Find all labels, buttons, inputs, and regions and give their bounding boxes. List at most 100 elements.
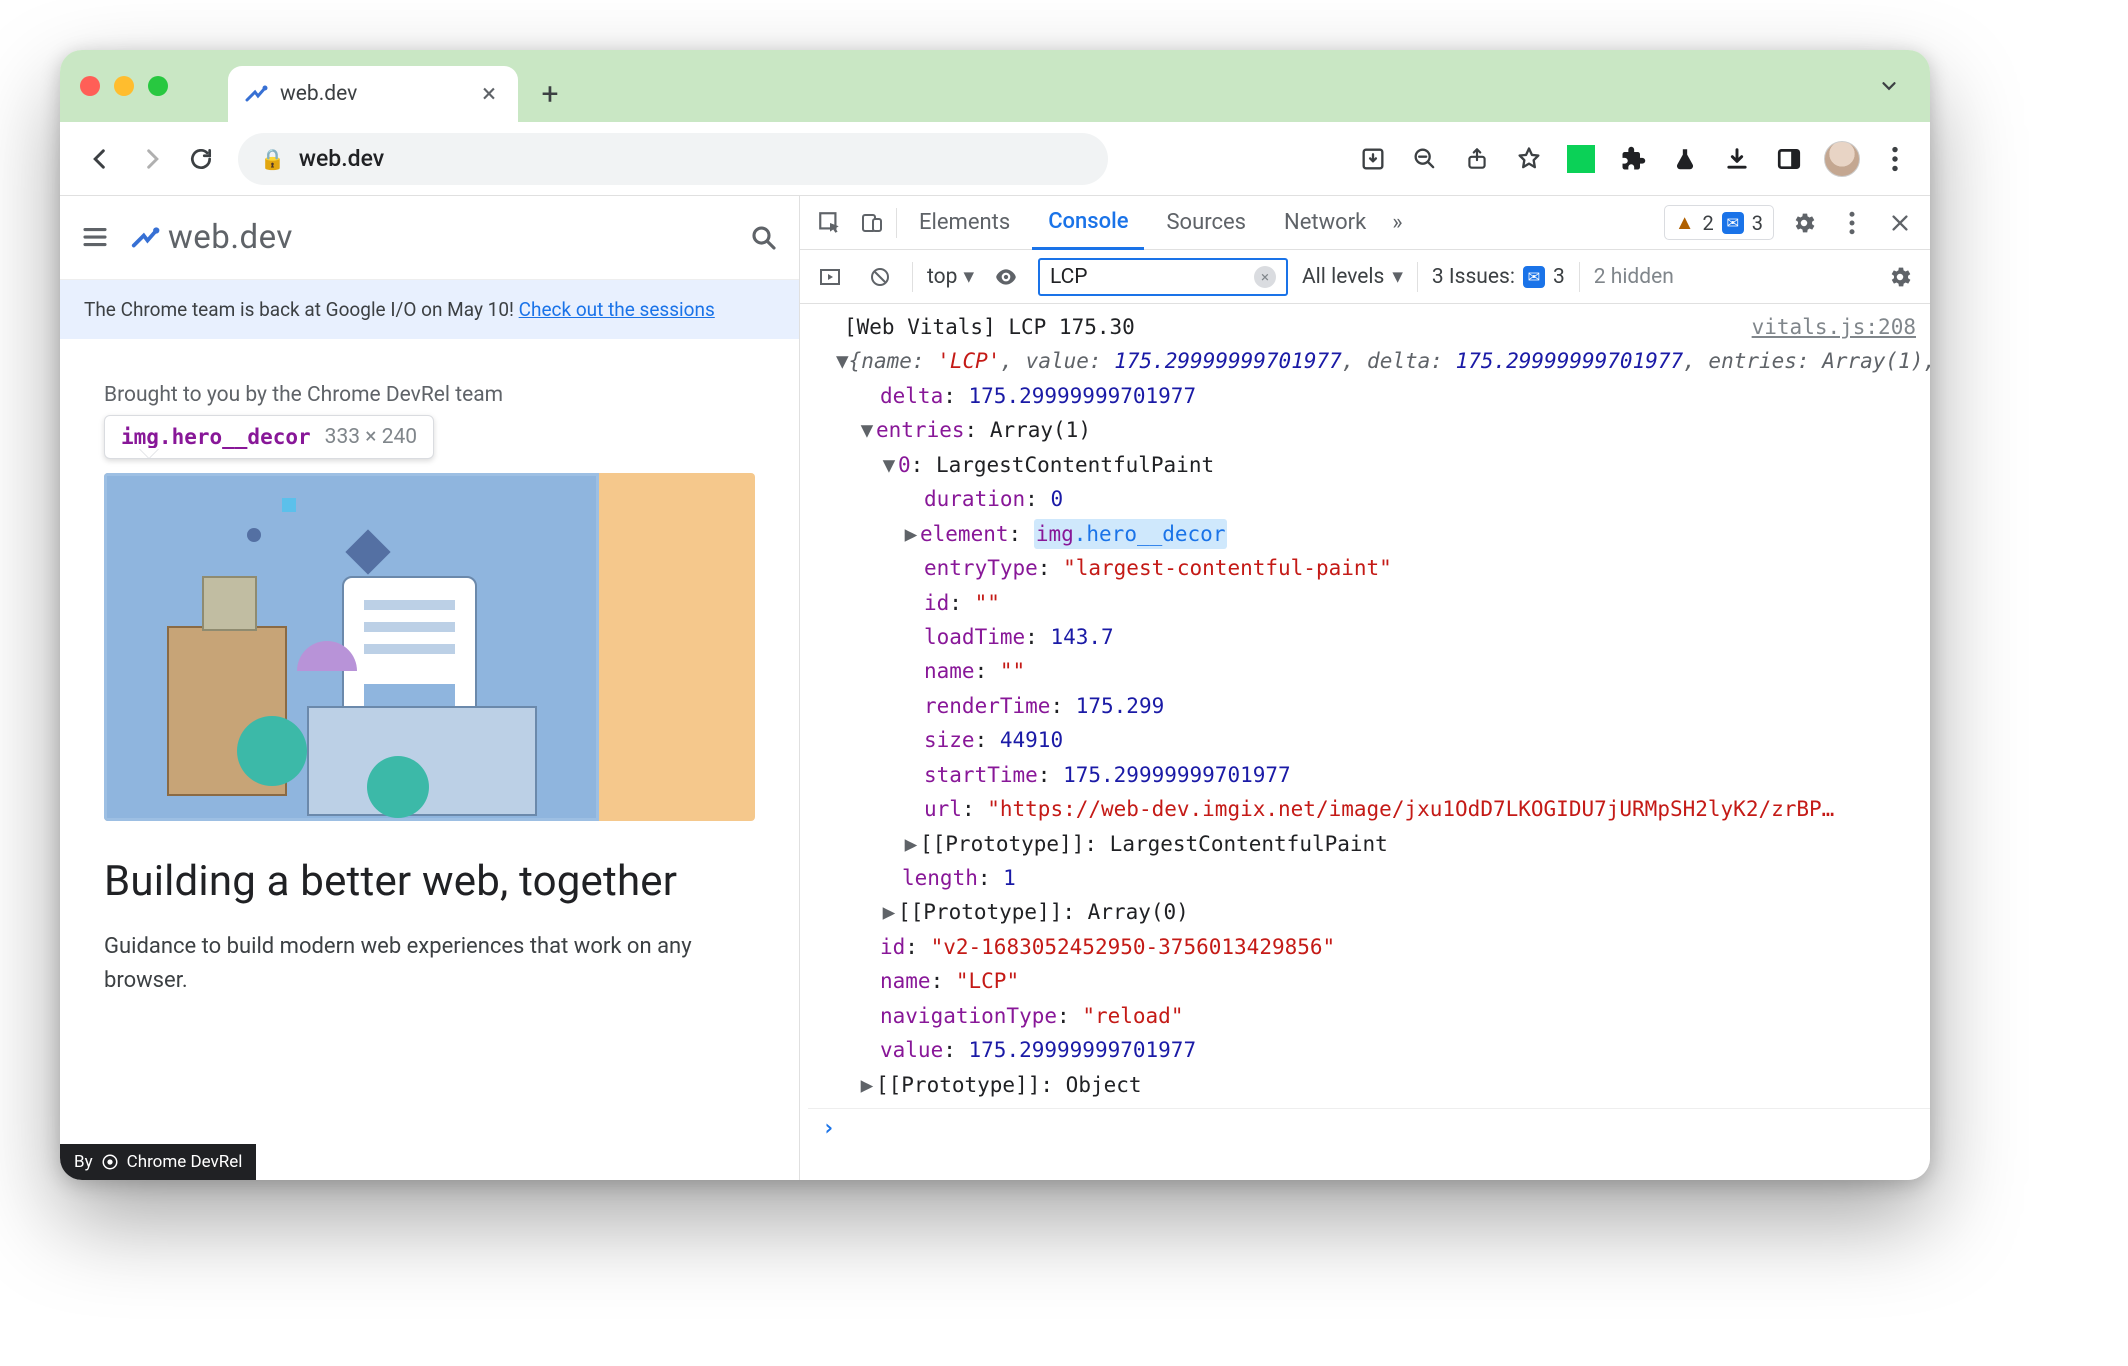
log-line[interactable]: ▼entries: Array(1) bbox=[808, 413, 1930, 447]
site-header: web.dev bbox=[60, 196, 799, 280]
brand-icon bbox=[130, 223, 160, 253]
devtools-settings-icon[interactable] bbox=[1786, 205, 1822, 241]
log-line[interactable]: size: 44910 bbox=[808, 723, 1930, 757]
console-filter-input[interactable]: LCP × bbox=[1038, 258, 1288, 296]
reload-button[interactable] bbox=[178, 136, 224, 182]
log-line[interactable]: ▶[[Prototype]]: Array(0) bbox=[808, 895, 1930, 929]
hero-illustration bbox=[104, 473, 599, 821]
clear-filter-icon[interactable]: × bbox=[1254, 266, 1276, 288]
log-line[interactable]: entryType: "largest-contentful-paint" bbox=[808, 551, 1930, 585]
forward-button[interactable] bbox=[128, 136, 174, 182]
devtools-close-icon[interactable] bbox=[1882, 205, 1918, 241]
log-line: [Web Vitals] LCP 175.30 vitals.js:208 bbox=[808, 310, 1930, 344]
tab-close-icon[interactable]: × bbox=[482, 79, 496, 109]
warnings-errors-pill[interactable]: ▲2 ✉3 bbox=[1664, 205, 1774, 240]
log-line[interactable]: name: "LCP" bbox=[808, 964, 1930, 998]
warning-icon: ▲ bbox=[1675, 210, 1695, 235]
log-line[interactable]: ▶[[Prototype]]: LargestContentfulPaint bbox=[808, 827, 1930, 861]
inspect-element-icon[interactable] bbox=[812, 205, 848, 241]
log-line[interactable]: ▶[[Prototype]]: Object bbox=[808, 1068, 1930, 1102]
close-window[interactable] bbox=[80, 76, 100, 96]
log-line[interactable]: navigationType: "reload" bbox=[808, 999, 1930, 1033]
log-line[interactable]: length: 1 bbox=[808, 861, 1930, 895]
log-line[interactable]: duration: 0 bbox=[808, 482, 1930, 516]
side-panel-icon[interactable] bbox=[1772, 142, 1806, 176]
labs-icon[interactable] bbox=[1668, 142, 1702, 176]
tab-console[interactable]: Console bbox=[1032, 197, 1144, 250]
log-line[interactable]: startTime: 175.29999999701977 bbox=[808, 758, 1930, 792]
site-brand[interactable]: web.dev bbox=[130, 218, 293, 257]
hidden-messages[interactable]: 2 hidden bbox=[1594, 265, 1674, 289]
by-chrome-devrel-badge: By Chrome DevRel bbox=[60, 1144, 256, 1180]
tooltip-selector: img.hero__decor bbox=[121, 425, 311, 449]
zoom-window[interactable] bbox=[148, 76, 168, 96]
webpage-viewport: web.dev The Chrome team is back at Googl… bbox=[60, 196, 800, 1180]
source-link[interactable]: vitals.js:208 bbox=[1752, 312, 1916, 342]
badge-prefix: By bbox=[74, 1152, 93, 1172]
kebab-menu-icon[interactable] bbox=[1878, 142, 1912, 176]
badge-text: Chrome DevRel bbox=[127, 1152, 243, 1172]
banner-link[interactable]: Check out the sessions bbox=[519, 298, 715, 321]
more-tabs-icon[interactable]: » bbox=[1392, 210, 1402, 235]
downloads-icon[interactable] bbox=[1720, 142, 1754, 176]
clear-console-icon[interactable] bbox=[862, 259, 898, 295]
devtools-panel: Elements Console Sources Network » ▲2 ✉3 bbox=[800, 196, 1930, 1180]
log-line[interactable]: loadTime: 143.7 bbox=[808, 620, 1930, 654]
brand-name: web.dev bbox=[168, 218, 293, 257]
extension-green[interactable] bbox=[1564, 142, 1598, 176]
message-icon: ✉ bbox=[1722, 212, 1744, 234]
profile-avatar[interactable] bbox=[1824, 141, 1860, 177]
log-line[interactable]: renderTime: 175.299 bbox=[808, 689, 1930, 723]
page-lead: Guidance to build modern web experiences… bbox=[104, 930, 724, 998]
devtools-tabstrip: Elements Console Sources Network » ▲2 ✉3 bbox=[800, 196, 1930, 250]
tab-elements[interactable]: Elements bbox=[903, 196, 1026, 249]
browser-toolbar: 🔒 web.dev bbox=[60, 122, 1930, 196]
search-icon[interactable] bbox=[749, 223, 779, 253]
minimize-window[interactable] bbox=[114, 76, 134, 96]
console-output: [Web Vitals] LCP 175.30 vitals.js:208 ▼{… bbox=[800, 304, 1930, 1180]
install-app-icon[interactable] bbox=[1356, 142, 1390, 176]
hero-caption: Brought to you by the Chrome DevRel team bbox=[104, 383, 755, 407]
issues-button[interactable]: 3 Issues: ✉ 3 bbox=[1432, 265, 1565, 289]
hamburger-icon[interactable] bbox=[80, 222, 112, 254]
log-line[interactable]: ▶element: img.hero__decor bbox=[808, 517, 1930, 551]
tab-title: web.dev bbox=[280, 82, 357, 106]
browser-tab[interactable]: web.dev × bbox=[228, 66, 518, 122]
log-line[interactable]: id: "" bbox=[808, 586, 1930, 620]
chrome-icon bbox=[101, 1153, 119, 1171]
live-expression-icon[interactable] bbox=[988, 259, 1024, 295]
back-button[interactable] bbox=[78, 136, 124, 182]
toggle-sidebar-icon[interactable] bbox=[812, 259, 848, 295]
page-title: Building a better web, together bbox=[104, 857, 755, 906]
console-settings-icon[interactable] bbox=[1882, 259, 1918, 295]
log-line[interactable]: value: 175.29999999701977 bbox=[808, 1033, 1930, 1067]
zoom-out-icon[interactable] bbox=[1408, 142, 1442, 176]
bookmark-star-icon[interactable] bbox=[1512, 142, 1546, 176]
tab-network[interactable]: Network bbox=[1268, 196, 1382, 249]
address-bar[interactable]: 🔒 web.dev bbox=[238, 133, 1108, 185]
share-icon[interactable] bbox=[1460, 142, 1494, 176]
favicon-icon bbox=[244, 82, 268, 106]
browser-window: web.dev × + 🔒 web.dev bbox=[60, 50, 1930, 1180]
lock-icon: 🔒 bbox=[260, 147, 285, 171]
log-line[interactable]: url: "https://web-dev.imgix.net/image/jx… bbox=[808, 792, 1930, 826]
window-controls bbox=[80, 76, 168, 96]
filter-value: LCP bbox=[1050, 265, 1088, 289]
console-prompt[interactable]: › bbox=[808, 1108, 1930, 1148]
extensions-icon[interactable] bbox=[1616, 142, 1650, 176]
log-line[interactable]: name: "" bbox=[808, 654, 1930, 688]
log-line[interactable]: ▼0: LargestContentfulPaint bbox=[808, 448, 1930, 482]
execution-context-selector[interactable]: top▾ bbox=[927, 264, 974, 289]
tab-sources[interactable]: Sources bbox=[1150, 196, 1262, 249]
log-line[interactable]: ▼{name: 'LCP', value: 175.29999999701977… bbox=[808, 344, 1930, 378]
console-toolbar: top▾ LCP × All levels▾ 3 Issues: ✉ 3 2 h… bbox=[800, 250, 1930, 304]
log-levels-selector[interactable]: All levels▾ bbox=[1302, 264, 1403, 289]
hero-image bbox=[104, 473, 755, 821]
device-toolbar-icon[interactable] bbox=[854, 205, 890, 241]
new-tab-button[interactable]: + bbox=[528, 72, 572, 116]
prompt-caret-icon: › bbox=[822, 1113, 835, 1145]
tab-list-button[interactable] bbox=[1878, 75, 1900, 97]
devtools-menu-icon[interactable] bbox=[1834, 205, 1870, 241]
log-line[interactable]: id: "v2-1683052452950-3756013429856" bbox=[808, 930, 1930, 964]
log-line[interactable]: delta: 175.29999999701977 bbox=[808, 379, 1930, 413]
